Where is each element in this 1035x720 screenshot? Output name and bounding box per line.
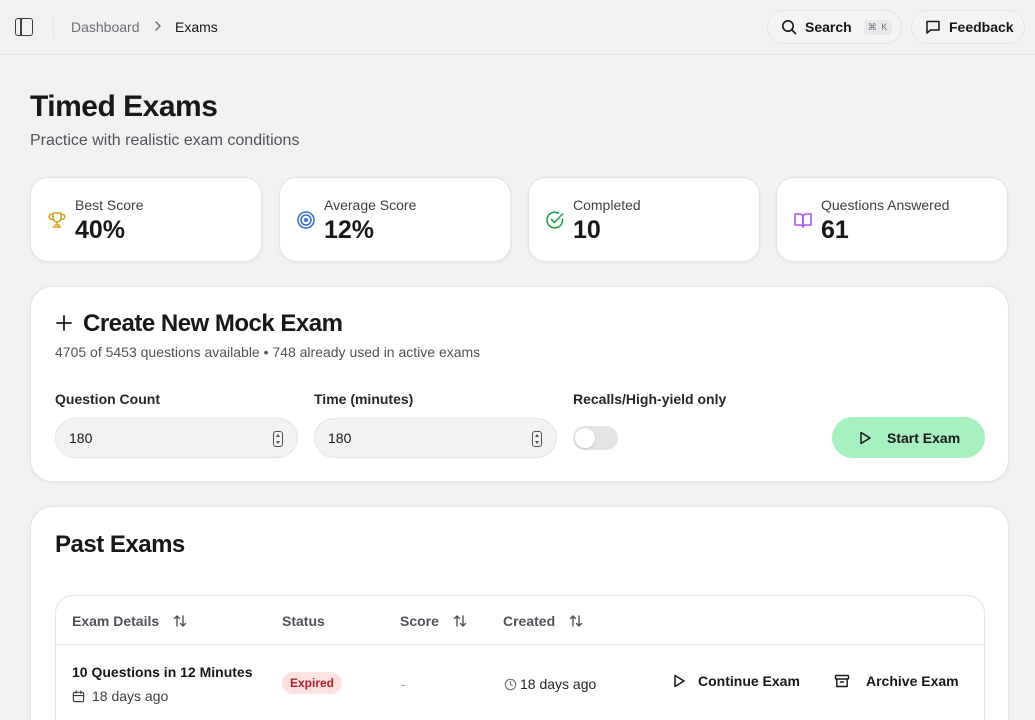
stat-value: 12% [324, 216, 375, 244]
stat-label: Average Score [324, 197, 417, 213]
continue-exam-button[interactable]: Continue Exam [671, 672, 800, 690]
breadcrumb-dashboard[interactable]: Dashboard [71, 18, 140, 36]
message-square-icon [925, 19, 941, 35]
stepper-icon[interactable] [532, 431, 542, 447]
create-exam-title: Create New Mock Exam [83, 310, 343, 337]
column-header-status: Status [282, 612, 325, 630]
sort-icon[interactable] [172, 613, 188, 629]
table-header-divider [56, 644, 984, 645]
chevron-right-icon [152, 19, 164, 33]
column-header-score[interactable]: Score [400, 612, 468, 630]
question-count-label: Question Count [55, 391, 160, 407]
recalls-toggle[interactable] [573, 426, 618, 450]
stat-label: Completed [573, 197, 641, 213]
past-exams-table: Exam Details Status Score Created 10 Que… [55, 595, 985, 720]
stat-label: Questions Answered [821, 197, 950, 213]
top-bar: Dashboard Exams Search ⌘ K Feedback [0, 0, 1035, 55]
trophy-icon [47, 210, 67, 230]
column-header-label: Exam Details [72, 613, 160, 629]
column-header-exam-details[interactable]: Exam Details [72, 612, 188, 630]
search-icon [781, 19, 797, 35]
question-count-input[interactable]: 180 [55, 418, 298, 458]
column-header-label: Status [282, 613, 325, 629]
archive-icon [834, 673, 850, 689]
past-exams-card: Past Exams Exam Details Status Score Cre… [30, 506, 1009, 720]
create-exam-card: Create New Mock Exam 4705 of 5453 questi… [30, 286, 1009, 482]
play-icon [857, 430, 873, 446]
divider [53, 16, 54, 38]
past-exams-title: Past Exams [55, 531, 185, 558]
stat-card-questions-answered: Questions Answered 61 [776, 177, 1008, 262]
sidebar-toggle-icon[interactable] [15, 18, 33, 36]
recalls-label: Recalls/High-yield only [573, 391, 727, 407]
continue-exam-label: Continue Exam [698, 673, 800, 689]
play-icon [671, 673, 687, 689]
clock-icon [504, 678, 517, 691]
stat-value: 10 [573, 216, 601, 244]
time-label: Time (minutes) [314, 391, 414, 407]
exam-created-label: 18 days ago [520, 676, 597, 692]
toggle-knob [575, 428, 595, 448]
create-exam-subtitle: 4705 of 5453 questions available • 748 a… [55, 344, 481, 360]
stat-label: Best Score [75, 197, 144, 213]
stat-card-completed: Completed 10 [528, 177, 760, 262]
start-exam-label: Start Exam [887, 429, 961, 446]
stat-value: 40% [75, 216, 126, 244]
calendar-icon [72, 689, 85, 703]
stat-value: 61 [821, 216, 849, 244]
search-label: Search [805, 19, 852, 35]
check-circle-icon [545, 210, 565, 230]
stat-card-average-score: Average Score 12% [279, 177, 511, 262]
sort-icon[interactable] [452, 613, 468, 629]
exam-date-label: 18 days ago [92, 688, 169, 704]
feedback-label: Feedback [949, 19, 1014, 35]
time-input[interactable]: 180 [314, 418, 557, 458]
sort-icon[interactable] [568, 613, 584, 629]
column-header-label: Score [400, 613, 439, 629]
search-button[interactable]: Search ⌘ K [767, 10, 902, 44]
page-subtitle: Practice with realistic exam conditions [30, 132, 300, 149]
exam-title: 10 Questions in 12 Minutes [72, 664, 253, 680]
stepper-icon[interactable] [273, 431, 283, 447]
feedback-button[interactable]: Feedback [911, 10, 1025, 44]
exam-created: 18 days ago [504, 675, 596, 693]
question-count-value: 180 [69, 430, 93, 446]
target-icon [296, 210, 316, 230]
breadcrumb-exams: Exams [175, 19, 218, 35]
archive-exam-button[interactable]: Archive Exam [834, 672, 959, 690]
time-value: 180 [328, 430, 352, 446]
column-header-created[interactable]: Created [503, 612, 584, 630]
search-shortcut: ⌘ K [863, 19, 893, 35]
page-title: Timed Exams [30, 90, 218, 123]
start-exam-button[interactable]: Start Exam [832, 417, 985, 458]
status-badge: Expired [282, 672, 343, 694]
plus-icon [55, 314, 73, 332]
archive-exam-label: Archive Exam [866, 673, 959, 689]
exam-date: 18 days ago [72, 687, 168, 705]
column-header-label: Created [503, 613, 556, 629]
stat-card-best-score: Best Score 40% [30, 177, 262, 262]
exam-score: - [401, 676, 406, 692]
book-open-icon [793, 210, 813, 230]
